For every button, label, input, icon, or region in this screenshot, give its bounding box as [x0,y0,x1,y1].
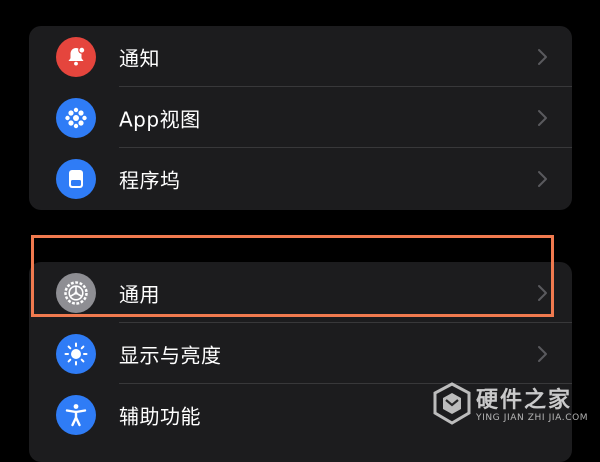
watermark: 硬件之家 YING JIAN ZHI JIA.COM [432,380,592,440]
chevron-right-icon [538,109,547,126]
dock-icon [56,158,96,199]
watermark-logo-icon [433,382,471,425]
settings-row-notifications[interactable]: 通知 [29,26,572,87]
sun-icon [56,333,96,374]
settings-row-display-brightness[interactable]: 显示与亮度 [29,323,572,384]
settings-row-label: App视图 [119,107,201,131]
accessibility-icon [56,394,96,435]
highlight-box [31,235,554,317]
chevron-right-icon [538,48,547,65]
watermark-title: 硬件之家 [476,388,573,413]
chevron-right-icon [538,345,547,362]
app-grid-icon [56,97,96,138]
settings-group-1: 通知 App视图 程序坞 [29,26,572,210]
chevron-right-icon [538,170,547,187]
settings-row-label: 程序坞 [119,168,181,192]
watermark-subtitle: YING JIAN ZHI JIA.COM [476,413,589,423]
bell-icon [56,36,96,77]
settings-row-dock[interactable]: 程序坞 [29,148,572,209]
settings-row-label: 显示与亮度 [119,343,222,367]
settings-row-label: 通知 [119,46,160,70]
settings-row-label: 辅助功能 [119,404,201,428]
settings-row-app-view[interactable]: App视图 [29,87,572,148]
